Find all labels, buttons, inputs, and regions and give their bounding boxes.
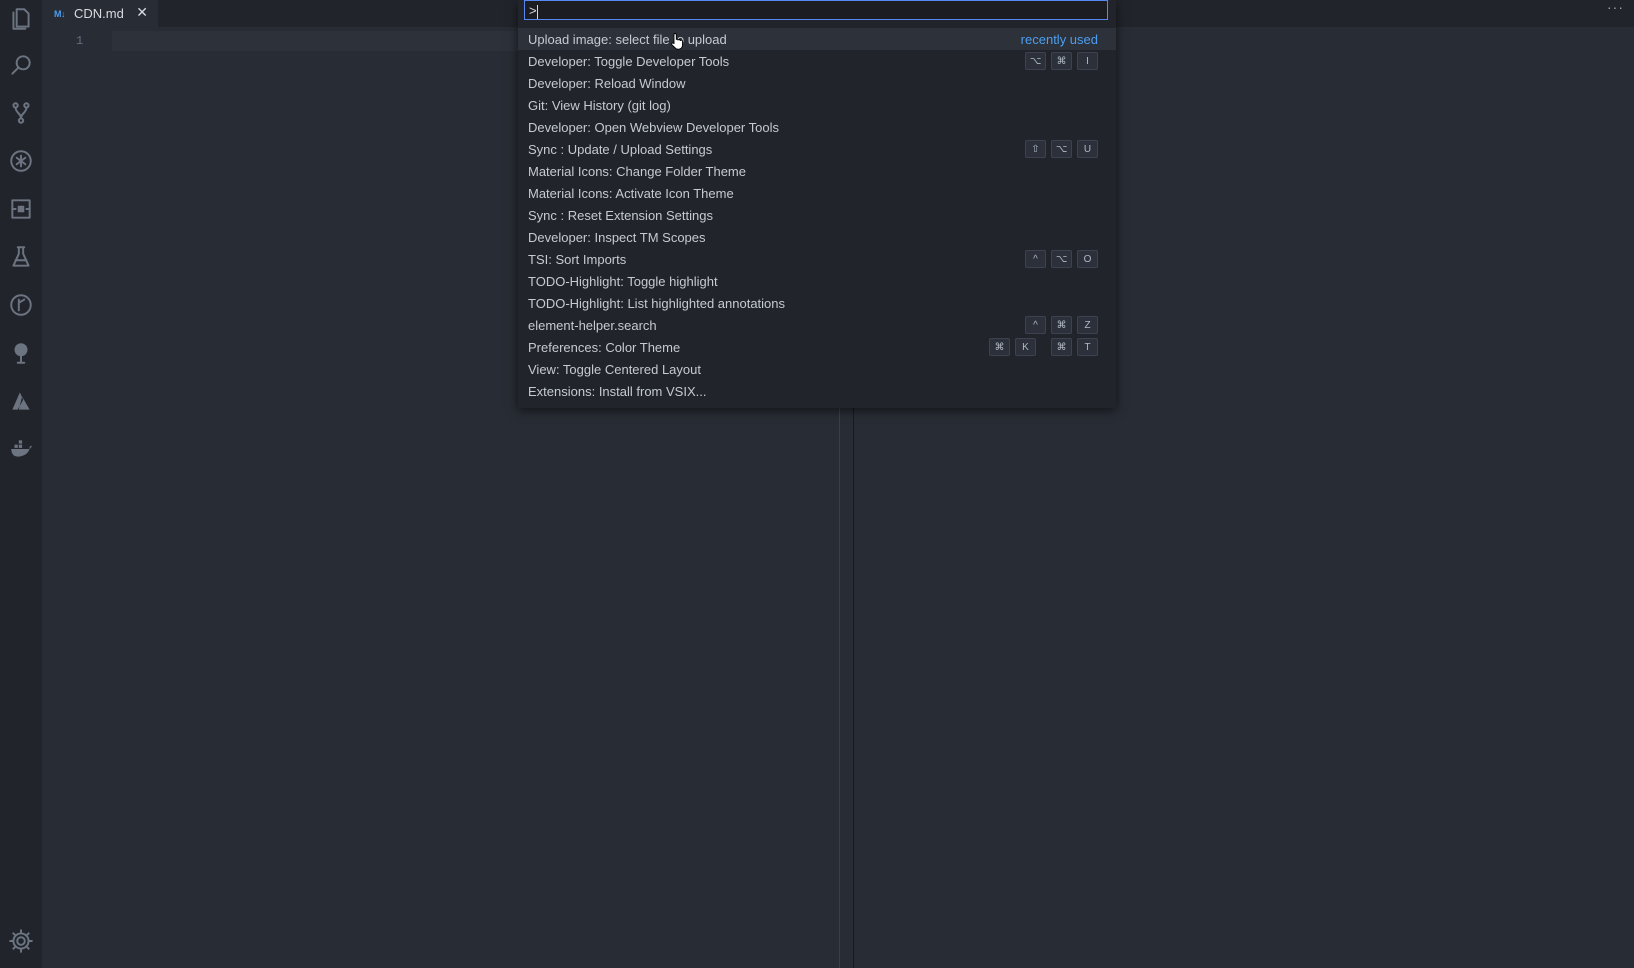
- key-cap: I: [1077, 52, 1098, 70]
- azure-icon[interactable]: [4, 384, 38, 418]
- command-input[interactable]: >: [524, 0, 1108, 20]
- command-item[interactable]: Upload image: select file to upload recen…: [518, 28, 1116, 50]
- key-cap: ⌥: [1051, 140, 1072, 158]
- debug-icon[interactable]: [4, 144, 38, 178]
- command-item[interactable]: Sync : Reset Extension Settings: [518, 204, 1116, 226]
- keybinding: ⇧ ⌥ U: [1020, 140, 1098, 158]
- command-item[interactable]: Extensions: Install from VSIX...: [518, 380, 1116, 402]
- search-icon[interactable]: [4, 48, 38, 82]
- source-control-icon[interactable]: [4, 96, 38, 130]
- command-item-label: TODO-Highlight: Toggle highlight: [528, 273, 718, 289]
- command-item-label: Git: View History (git log): [528, 97, 671, 113]
- git-history-icon[interactable]: [4, 288, 38, 322]
- key-cap: ⌥: [1051, 250, 1072, 268]
- command-item[interactable]: TODO-Highlight: Toggle highlight: [518, 270, 1116, 292]
- command-item[interactable]: Sync : Update / Upload Settings ⇧ ⌥ U: [518, 138, 1116, 160]
- command-input-value: >: [529, 3, 537, 18]
- command-item[interactable]: Developer: Open Webview Developer Tools: [518, 116, 1116, 138]
- more-actions-icon[interactable]: ···: [1607, 0, 1624, 15]
- command-item-label: Extensions: Install from VSIX...: [528, 383, 707, 399]
- files-icon[interactable]: [4, 2, 38, 36]
- key-cap: Z: [1077, 316, 1098, 334]
- command-item[interactable]: Git: View History (git log): [518, 94, 1116, 116]
- command-item[interactable]: Developer: Reload Window: [518, 72, 1116, 94]
- key-cap: ⌘: [1051, 52, 1072, 70]
- command-item-label: Material Icons: Activate Icon Theme: [528, 185, 734, 201]
- command-item-label: Material Icons: Change Folder Theme: [528, 163, 746, 179]
- key-cap: O: [1077, 250, 1098, 268]
- docker-icon[interactable]: [4, 432, 38, 466]
- command-item-label: View: Toggle Centered Layout: [528, 361, 701, 377]
- keybinding-chord-gap: [1036, 338, 1046, 356]
- key-cap: ⌥: [1025, 52, 1046, 70]
- command-item-label: Developer: Reload Window: [528, 75, 686, 91]
- line-number: 1: [76, 34, 84, 48]
- command-item-label: Developer: Open Webview Developer Tools: [528, 119, 779, 135]
- keybinding: ^ ⌘ Z: [1020, 316, 1098, 334]
- tree-icon[interactable]: [4, 336, 38, 370]
- command-item-label: Sync : Update / Upload Settings: [528, 141, 713, 157]
- key-cap: ⌘: [1051, 316, 1072, 334]
- command-item-label: Sync : Reset Extension Settings: [528, 207, 713, 223]
- tab-label: CDN.md: [74, 6, 124, 21]
- command-list: Upload image: select file to upload recen…: [518, 28, 1116, 402]
- key-cap: T: [1077, 338, 1098, 356]
- text-cursor: [536, 4, 538, 19]
- hand-pointer-icon: [671, 33, 683, 50]
- markdown-file-icon: M↓: [54, 8, 66, 19]
- key-cap: ^: [1025, 250, 1046, 268]
- command-item[interactable]: Developer: Toggle Developer Tools ⌥ ⌘ I: [518, 50, 1116, 72]
- command-item[interactable]: Developer: Inspect TM Scopes: [518, 226, 1116, 248]
- close-icon[interactable]: ✕: [136, 4, 148, 21]
- command-item-label: Preferences: Color Theme: [528, 339, 681, 355]
- command-item[interactable]: TODO-Highlight: List highlighted annotat…: [518, 292, 1116, 314]
- command-item[interactable]: Preferences: Color Theme ⌘ K ⌘ T: [518, 336, 1116, 358]
- gear-icon[interactable]: [4, 924, 38, 958]
- command-item-label: Upload image: select file to upload: [528, 31, 727, 47]
- command-item-label: TODO-Highlight: List highlighted annotat…: [528, 295, 786, 311]
- command-palette: > Upload image: select file to upload rec…: [518, 0, 1116, 408]
- command-item[interactable]: element-helper.search ^ ⌘ Z: [518, 314, 1116, 336]
- tab-cdn-md[interactable]: M↓ CDN.md ✕: [42, 0, 158, 27]
- command-item[interactable]: View: Toggle Centered Layout: [518, 358, 1116, 380]
- command-item-label: TSI: Sort Imports: [528, 251, 627, 267]
- command-item[interactable]: Material Icons: Change Folder Theme: [518, 160, 1116, 182]
- command-item[interactable]: Material Icons: Activate Icon Theme: [518, 182, 1116, 204]
- key-cap: ⌘: [989, 338, 1010, 356]
- key-cap: ⇧: [1025, 140, 1046, 158]
- command-item-label: Developer: Inspect TM Scopes: [528, 229, 706, 245]
- key-cap: ^: [1025, 316, 1046, 334]
- key-cap: U: [1077, 140, 1098, 158]
- command-item[interactable]: TSI: Sort Imports ^ ⌥ O: [518, 248, 1116, 270]
- key-cap: ⌘: [1051, 338, 1072, 356]
- extensions-icon[interactable]: [4, 192, 38, 226]
- keybinding: ⌥ ⌘ I: [1020, 52, 1098, 70]
- test-flask-icon[interactable]: [4, 240, 38, 274]
- command-item-label: Developer: Toggle Developer Tools: [528, 53, 730, 69]
- keybinding: ⌘ K ⌘ T: [984, 338, 1098, 356]
- command-item-label: element-helper.search: [528, 317, 657, 333]
- recently-used-tag: recently used: [1020, 32, 1098, 47]
- key-cap: K: [1015, 338, 1036, 356]
- activity-bar: [0, 0, 42, 968]
- keybinding: ^ ⌥ O: [1020, 250, 1098, 268]
